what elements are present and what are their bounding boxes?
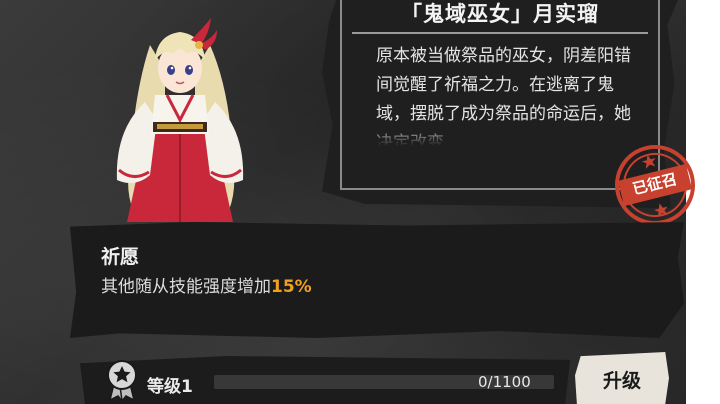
skill-effect-text: 其他随从技能强度增加 <box>101 277 271 297</box>
stamp-label: 已征召 <box>630 169 679 199</box>
character-title: 「鬼域巫女」月实瑠 <box>401 1 599 26</box>
character-portrait <box>116 18 244 222</box>
skill-effect-value: 15% <box>271 277 312 297</box>
skill-description: 其他随从技能强度增加15% <box>101 272 312 297</box>
skill-name: 祈愿 <box>101 246 140 268</box>
title-divider <box>352 32 648 34</box>
experience-progress-text: 0/1100 <box>478 373 531 391</box>
upgrade-button-label: 升级 <box>602 370 641 392</box>
medal-icon <box>107 360 137 402</box>
skill-card: 祈愿 其他随从技能强度增加15% <box>70 222 684 338</box>
upgrade-button[interactable]: 升级 <box>575 352 669 404</box>
level-label: 等级1 <box>147 377 193 397</box>
character-description[interactable]: 原本被当做祭品的巫女，阴差阳错间觉醒了祈福之力。在逃离了鬼域，摆脱了成为祭品的命… <box>376 42 644 146</box>
